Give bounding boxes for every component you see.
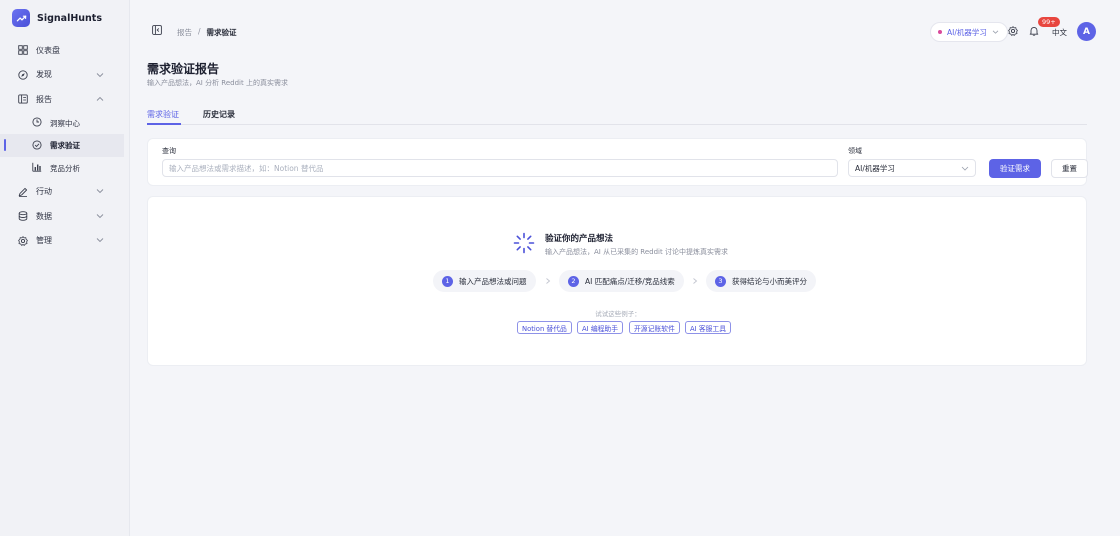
gear-icon [18, 235, 28, 246]
sidebar-item-admin[interactable]: 管理 [0, 228, 129, 253]
bar-chart-icon [32, 162, 42, 174]
brand-name: SignalHunts [37, 12, 103, 24]
sidebar-item-label: 报告 [36, 94, 52, 104]
loading-spinner-icon [513, 232, 535, 254]
sidebar: SignalHunts 仪表盘 发现 报告 洞察中心 需求验证 竞品分析 行动 … [0, 0, 130, 536]
sidebar-item-insights[interactable]: 洞察中心 [0, 112, 129, 135]
sidebar-item-label: 管理 [36, 236, 52, 246]
reset-button[interactable]: 重置 [1051, 159, 1088, 178]
sidebar-nav: 仪表盘 发现 报告 洞察中心 需求验证 竞品分析 行动 数据 管理 [0, 36, 129, 253]
breadcrumb-separator: / [198, 27, 201, 36]
query-form: 查询 输入产品想法或需求描述，如：Notion 替代品 领域 AI/机器学习 验… [147, 138, 1088, 186]
sidebar-item-data[interactable]: 数据 [0, 204, 129, 229]
chevron-down-icon [95, 236, 105, 244]
step-number: 1 [442, 275, 453, 287]
topbar: 报告 / 需求验证 AI/机器学习 99+ 中文 A [130, 0, 1120, 50]
pen-icon [18, 187, 28, 197]
sidebar-item-label: 行动 [36, 187, 52, 197]
step-label: 获得结论与小而美评分 [732, 276, 807, 286]
status-dot [938, 30, 942, 34]
sidebar-item-reports[interactable]: 报告 [0, 87, 129, 112]
query-input[interactable]: 输入产品想法或需求描述，如：Notion 替代品 [162, 159, 838, 177]
domain-select[interactable]: AI/机器学习 [848, 159, 976, 177]
steps-row: 1 输入产品想法或问题 2 AI 匹配痛点/迁移/竞品线索 3 获得结论与小而美… [148, 270, 1088, 292]
step-number: 2 [568, 275, 579, 287]
chevron-right-icon [692, 277, 698, 285]
check-circle-icon [32, 139, 42, 152]
sidebar-item-competitor-analysis[interactable]: 竞品分析 [0, 157, 129, 180]
empty-state-title: 验证你的产品想法 [545, 234, 614, 244]
brand-logo-icon [12, 9, 30, 27]
step-2: 2 AI 匹配痛点/迁移/竞品线索 [559, 270, 684, 292]
example-chip[interactable]: AI 编程助手 [577, 321, 624, 334]
tab-history[interactable]: 历史记录 [203, 109, 235, 120]
clock-icon [32, 117, 42, 129]
breadcrumb: 报告 / 需求验证 [177, 27, 237, 38]
sidebar-item-label: 发现 [36, 70, 52, 80]
domain-chip-label: AI/机器学习 [947, 27, 987, 37]
step-number: 3 [715, 275, 726, 287]
main-content: 报告 / 需求验证 AI/机器学习 99+ 中文 A 需求验证报告 输入产品想法… [130, 0, 1120, 536]
sidebar-item-demand-validation[interactable]: 需求验证 [0, 134, 124, 157]
domain-select-value: AI/机器学习 [855, 163, 895, 173]
report-icon [18, 94, 28, 105]
validate-button[interactable]: 验证需求 [989, 159, 1041, 178]
domain-label: 领域 [848, 147, 862, 155]
query-label: 查询 [162, 147, 176, 155]
settings-gear-icon[interactable] [1008, 26, 1018, 36]
sidebar-item-discover[interactable]: 发现 [0, 63, 129, 88]
chevron-down-icon [95, 212, 105, 220]
step-label: AI 匹配痛点/迁移/竞品线索 [585, 276, 675, 286]
chevron-down-icon [95, 187, 105, 195]
example-chip[interactable]: 开源记账软件 [629, 321, 680, 334]
step-3: 3 获得结论与小而美评分 [706, 270, 816, 292]
sidebar-item-label: 仪表盘 [36, 45, 60, 55]
breadcrumb-current: 需求验证 [206, 28, 237, 37]
chevron-down-icon [992, 28, 999, 37]
sidebar-item-label: 需求验证 [50, 141, 80, 151]
sidebar-item-label: 数据 [36, 211, 52, 221]
domain-selector[interactable]: AI/机器学习 [930, 22, 1008, 42]
chevron-right-icon [545, 277, 551, 285]
breadcrumb-parent[interactable]: 报告 [177, 27, 192, 38]
dashboard-icon [18, 45, 28, 56]
bell-icon[interactable] [1029, 26, 1039, 36]
compass-icon [18, 70, 28, 80]
chevron-up-icon [95, 95, 105, 103]
step-1: 1 输入产品想法或问题 [433, 270, 536, 292]
examples-label: 试试这些例子： [595, 310, 641, 318]
avatar[interactable]: A [1077, 22, 1096, 41]
sidebar-item-label: 洞察中心 [50, 118, 80, 128]
empty-state-subtitle: 输入产品想法，AI 从已采集的 Reddit 讨论中提炼真实需求 [545, 248, 728, 256]
step-label: 输入产品想法或问题 [459, 276, 527, 286]
tab-demand-validation[interactable]: 需求验证 [147, 109, 179, 120]
page-title: 需求验证报告 [147, 62, 220, 76]
brand[interactable]: SignalHunts [0, 0, 129, 36]
notification-badge: 99+ [1038, 17, 1060, 27]
database-icon [18, 211, 28, 221]
chevron-down-icon [961, 165, 969, 172]
tab-bar: 需求验证 历史记录 [147, 106, 1087, 125]
example-chip[interactable]: Notion 替代品 [517, 321, 572, 334]
chevron-down-icon [95, 71, 105, 79]
example-chip[interactable]: AI 客服工具 [685, 321, 732, 334]
sidebar-item-dashboard[interactable]: 仪表盘 [0, 38, 129, 63]
tab-active-indicator [147, 123, 181, 125]
sidebar-item-actions[interactable]: 行动 [0, 179, 129, 204]
language-switch[interactable]: 中文 [1052, 27, 1067, 38]
sidebar-collapse-icon[interactable] [152, 25, 162, 35]
sidebar-item-label: 竞品分析 [50, 163, 80, 173]
page-subtitle: 输入产品想法，AI 分析 Reddit 上的真实需求 [147, 79, 288, 87]
empty-state-card: 验证你的产品想法 输入产品想法，AI 从已采集的 Reddit 讨论中提炼真实需… [147, 196, 1087, 366]
